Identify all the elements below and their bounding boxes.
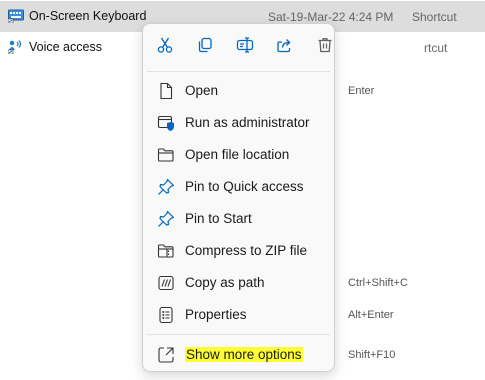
menu-item-run-as-administrator[interactable]: Run as administrator (147, 107, 330, 139)
menu-item-shortcut: Ctrl+Shift+C (348, 277, 408, 289)
menu-item-shortcut: Enter (348, 85, 375, 97)
file-type: rtcut (424, 41, 448, 55)
copy-icon (196, 36, 214, 59)
zip-folder-icon (157, 242, 175, 260)
file-name: Voice access (29, 40, 102, 54)
pin-icon (157, 210, 175, 228)
menu-item-label: Open file location (185, 147, 290, 162)
menu-item-open[interactable]: Open Enter (147, 75, 374, 107)
scissors-icon (156, 36, 174, 59)
menu-item-shortcut: Alt+Enter (348, 309, 394, 321)
menu-item-label: Pin to Quick access (185, 179, 304, 194)
menu-item-label: Show more options (185, 347, 303, 362)
rename-button[interactable] (234, 36, 256, 58)
folder-icon (157, 146, 175, 164)
menu-item-properties[interactable]: Properties Alt+Enter (147, 299, 394, 331)
context-menu-toolbar (143, 24, 334, 71)
pin-icon (157, 178, 175, 196)
menu-item-open-file-location[interactable]: Open file location (147, 139, 330, 171)
menu-item-pin-to-start[interactable]: Pin to Start (147, 203, 330, 235)
menu-item-label: Compress to ZIP file (185, 243, 308, 258)
menu-divider (147, 71, 330, 72)
menu-item-show-more-options[interactable]: Show more options Shift+F10 (147, 339, 395, 371)
menu-item-label: Open (185, 83, 219, 98)
file-icon (157, 82, 175, 100)
menu-item-label: Copy as path (185, 275, 265, 290)
menu-item-compress-to-zip[interactable]: Compress to ZIP file (147, 235, 330, 267)
more-options-icon (157, 346, 175, 364)
menu-item-copy-as-path[interactable]: Copy as path Ctrl+Shift+C (147, 267, 408, 299)
delete-button[interactable] (314, 36, 336, 58)
copy-button[interactable] (194, 36, 216, 58)
highlighted-text: Show more options (185, 347, 303, 362)
rename-icon (236, 36, 254, 59)
shield-window-icon (157, 114, 175, 132)
menu-item-label: Pin to Start (185, 211, 252, 226)
share-icon (276, 36, 294, 59)
trash-icon (316, 36, 334, 59)
context-menu: Open Enter Run as administrator Open fil… (142, 23, 408, 372)
keyboard-icon (7, 9, 24, 24)
menu-item-label: Run as administrator (185, 115, 310, 130)
share-button[interactable] (274, 36, 296, 58)
file-name: On-Screen Keyboard (29, 9, 147, 23)
menu-item-shortcut: Shift+F10 (348, 349, 396, 361)
cut-button[interactable] (154, 36, 176, 58)
file-type: Shortcut (412, 10, 457, 24)
voice-access-icon (7, 40, 24, 55)
properties-icon (157, 306, 175, 324)
file-date: Sat-19-Mar-22 4:24 PM (268, 10, 394, 24)
copy-path-icon (157, 274, 175, 292)
menu-divider (147, 334, 330, 335)
menu-item-pin-to-quick-access[interactable]: Pin to Quick access (147, 171, 330, 203)
menu-item-label: Properties (185, 307, 247, 322)
